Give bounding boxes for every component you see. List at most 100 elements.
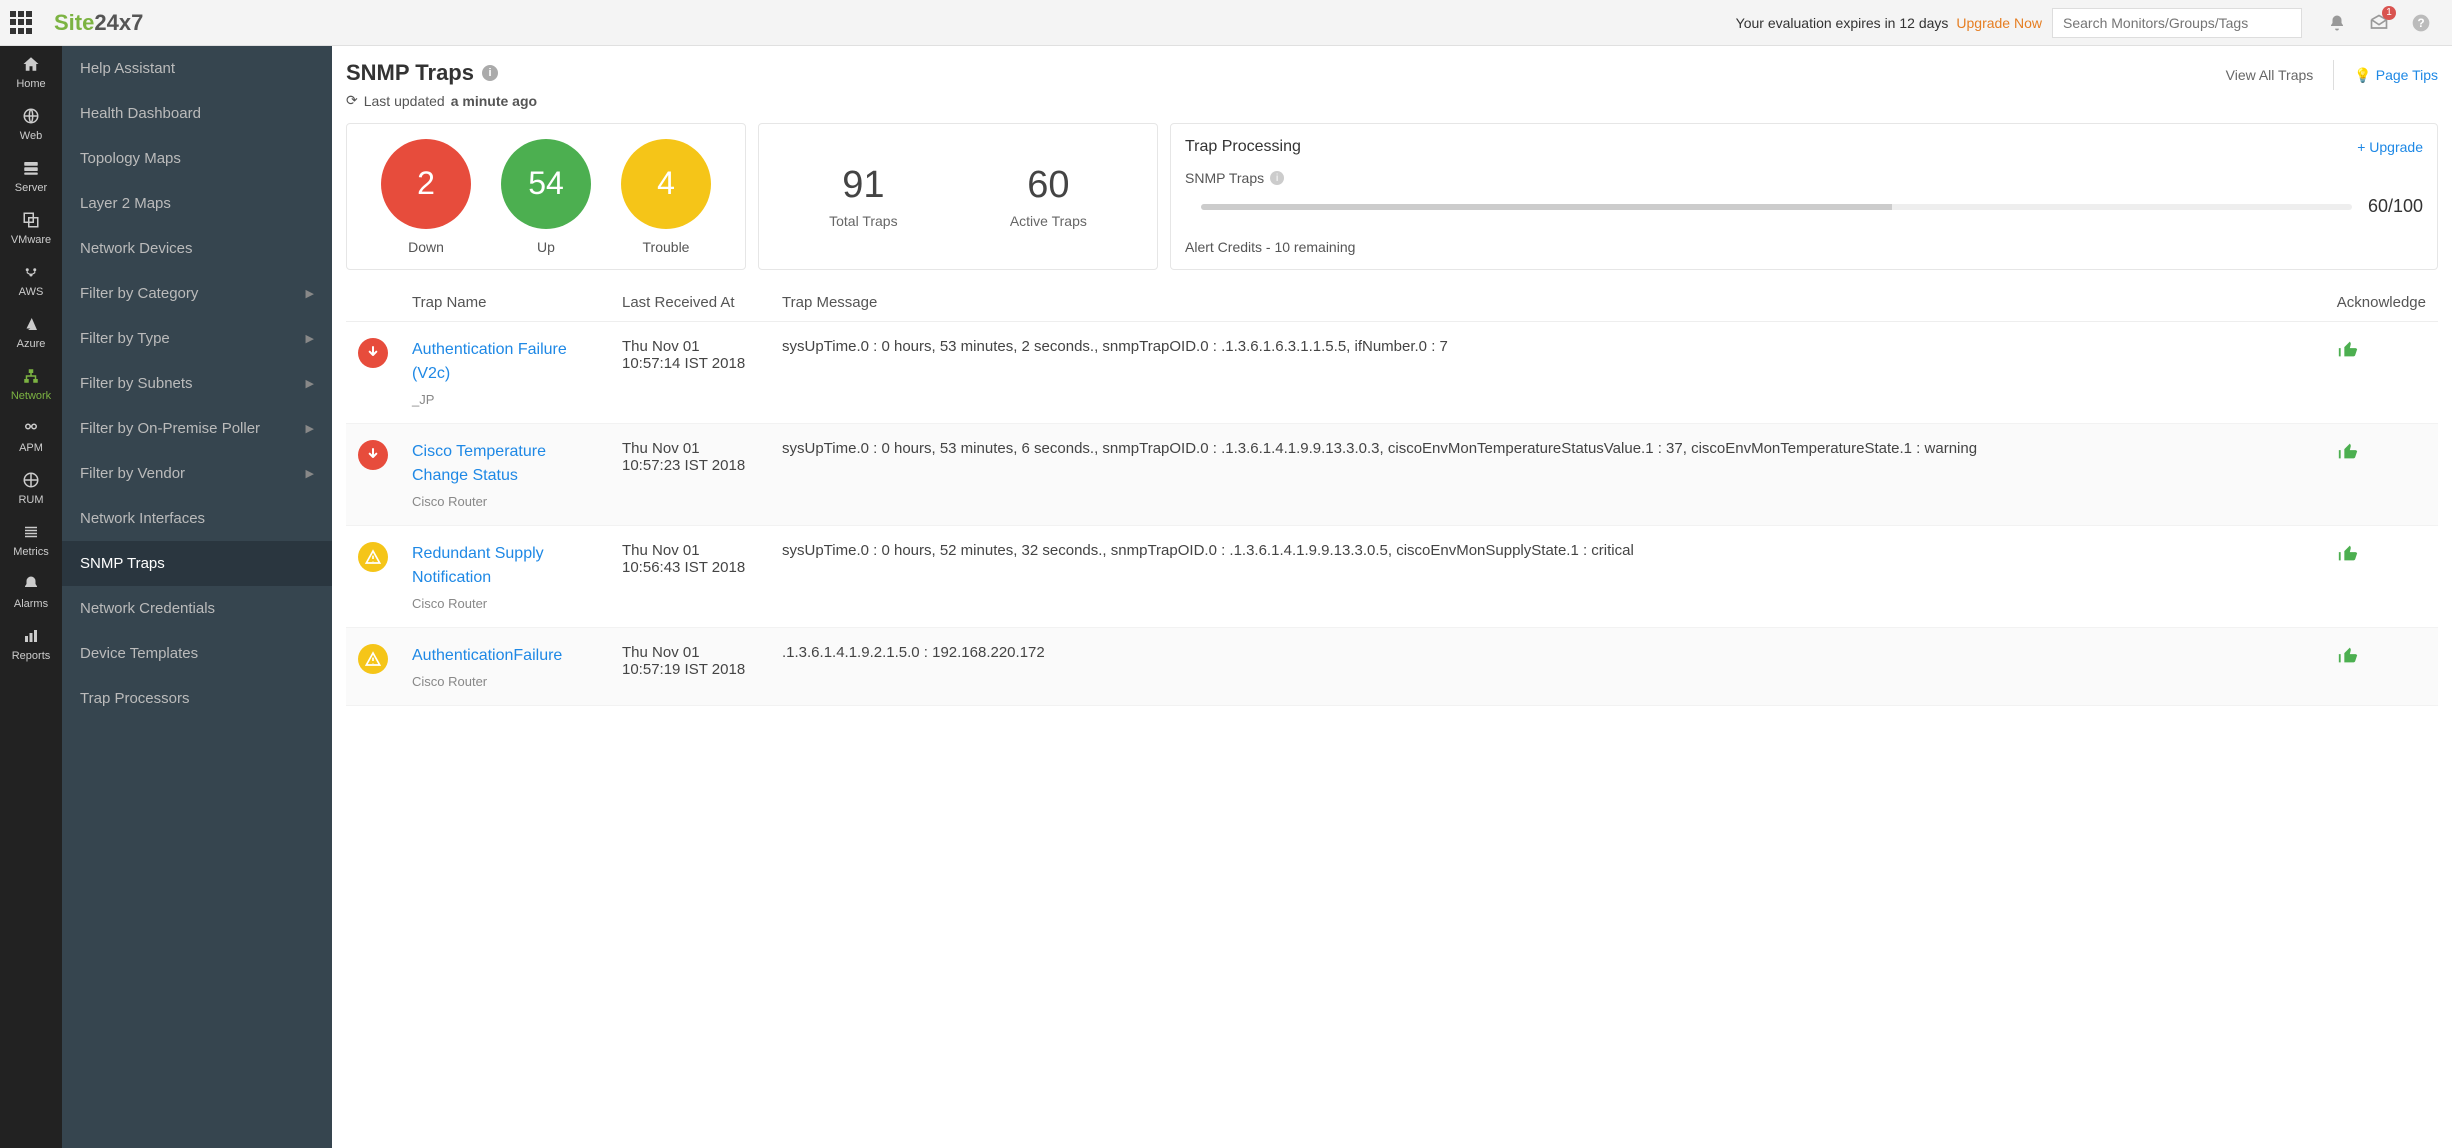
evaluation-text: Your evaluation expires in 12 days [1736, 15, 1949, 31]
rail-item-aws[interactable]: AWS [0, 254, 62, 306]
status-card: 2 Down 54 Up 4 Trouble [346, 123, 746, 270]
traps-table: Trap Name Last Received At Trap Message … [346, 284, 2438, 706]
trap-name-link[interactable]: Authentication Failure (V2c) [412, 338, 598, 386]
top-bar: Site24x7 Your evaluation expires in 12 d… [0, 0, 2452, 46]
rail-item-home[interactable]: Home [0, 46, 62, 98]
menu-item[interactable]: Network Devices [62, 226, 332, 271]
table-row: Authentication Failure (V2c) _JP Thu Nov 0… [346, 322, 2438, 424]
menu-item[interactable]: Device Templates [62, 631, 332, 676]
notifications-icon[interactable]: 1 [2368, 12, 2390, 34]
trap-time: Thu Nov 01 10:56:43 IST 2018 [610, 526, 770, 628]
rail-item-vmware[interactable]: VMware [0, 202, 62, 254]
trap-time: Thu Nov 01 10:57:19 IST 2018 [610, 628, 770, 706]
total-traps-value: 91 [829, 164, 897, 207]
vmware-icon [21, 210, 41, 230]
down-arrow-icon [358, 440, 388, 470]
menu-item[interactable]: Topology Maps [62, 136, 332, 181]
alert-credits: Alert Credits - 10 remaining [1185, 239, 2423, 255]
rail-item-network[interactable]: Network [0, 358, 62, 410]
search-input[interactable] [2052, 8, 2302, 38]
totals-card: 91 Total Traps 60 Active Traps [758, 123, 1158, 270]
trouble-count[interactable]: 4 [621, 139, 711, 229]
rail-item-azure[interactable]: Azure [0, 306, 62, 358]
web-icon [21, 106, 41, 126]
view-all-traps-link[interactable]: View All Traps [2226, 67, 2314, 83]
up-count[interactable]: 54 [501, 139, 591, 229]
content: SNMP Traps i ⟳ Last updated a minute ago… [332, 46, 2452, 1148]
rail-item-server[interactable]: Server [0, 150, 62, 202]
refresh-icon[interactable]: ⟳ [346, 92, 358, 109]
upgrade-link[interactable]: + Upgrade [2357, 139, 2423, 155]
apps-icon[interactable] [10, 11, 34, 35]
last-updated: ⟳ Last updated a minute ago [346, 92, 537, 109]
trap-name-link[interactable]: AuthenticationFailure [412, 644, 598, 668]
page-title: SNMP Traps i [346, 60, 537, 86]
trap-name-link[interactable]: Redundant Supply Notification [412, 542, 598, 590]
rail-item-metrics[interactable]: Metrics [0, 514, 62, 566]
server-icon [21, 158, 41, 178]
help-icon[interactable]: ? [2410, 12, 2432, 34]
upgrade-now-link[interactable]: Upgrade Now [1956, 15, 2042, 31]
chevron-right-icon: ▶ [306, 332, 314, 345]
trap-source: Cisco Router [412, 494, 598, 509]
svg-text:?: ? [2417, 17, 2424, 30]
trap-source: Cisco Router [412, 674, 598, 689]
chevron-right-icon: ▶ [306, 377, 314, 390]
trap-source: Cisco Router [412, 596, 598, 611]
rail-item-apm[interactable]: APM [0, 410, 62, 462]
trap-message: .1.3.6.1.4.1.9.2.1.5.0 : 192.168.220.172 [770, 628, 2325, 706]
down-count[interactable]: 2 [381, 139, 471, 229]
rail-item-reports[interactable]: Reports [0, 618, 62, 670]
network-icon [21, 366, 41, 386]
warning-icon [358, 644, 388, 674]
warning-icon [358, 542, 388, 572]
info-icon[interactable]: i [1270, 171, 1284, 185]
trap-source: _JP [412, 392, 598, 407]
down-arrow-icon [358, 338, 388, 368]
menu-item[interactable]: Filter by Type▶ [62, 316, 332, 361]
menu-item[interactable]: SNMP Traps [62, 541, 332, 586]
acknowledge-button[interactable] [2337, 440, 2426, 462]
menu-item[interactable]: Filter by On-Premise Poller▶ [62, 406, 332, 451]
chevron-right-icon: ▶ [306, 467, 314, 480]
table-row: Redundant Supply Notification Cisco Route… [346, 526, 2438, 628]
menu-item[interactable]: Help Assistant [62, 46, 332, 91]
menu-item[interactable]: Filter by Vendor▶ [62, 451, 332, 496]
menu-item[interactable]: Trap Processors [62, 676, 332, 721]
acknowledge-button[interactable] [2337, 542, 2426, 564]
menu-item[interactable]: Health Dashboard [62, 91, 332, 136]
table-row: AuthenticationFailure Cisco Router Thu Nov… [346, 628, 2438, 706]
rail-item-rum[interactable]: RUM [0, 462, 62, 514]
aws-icon [21, 262, 41, 282]
rail-item-web[interactable]: Web [0, 98, 62, 150]
menu-item[interactable]: Filter by Category▶ [62, 271, 332, 316]
trap-message: sysUpTime.0 : 0 hours, 52 minutes, 32 se… [770, 526, 2325, 628]
acknowledge-button[interactable] [2337, 338, 2426, 360]
azure-icon [21, 314, 41, 334]
page-tips-link[interactable]: 💡 Page Tips [2354, 67, 2438, 84]
trap-name-link[interactable]: Cisco Temperature Change Status [412, 440, 598, 488]
bell-icon[interactable] [2326, 12, 2348, 34]
chevron-right-icon: ▶ [306, 287, 314, 300]
menu-item[interactable]: Layer 2 Maps [62, 181, 332, 226]
side-menu: Help AssistantHealth DashboardTopology M… [62, 46, 332, 1148]
rail-item-alarms[interactable]: Alarms [0, 566, 62, 618]
menu-item[interactable]: Network Credentials [62, 586, 332, 631]
trap-time: Thu Nov 01 10:57:14 IST 2018 [610, 322, 770, 424]
acknowledge-button[interactable] [2337, 644, 2426, 666]
usage-bar [1201, 204, 1892, 210]
trap-message: sysUpTime.0 : 0 hours, 53 minutes, 2 sec… [770, 322, 2325, 424]
menu-item[interactable]: Filter by Subnets▶ [62, 361, 332, 406]
info-icon[interactable]: i [482, 65, 498, 81]
logo[interactable]: Site24x7 [54, 10, 143, 36]
alarms-icon [21, 574, 41, 594]
reports-icon [21, 626, 41, 646]
usage-value: 60/100 [2368, 196, 2423, 217]
nav-rail: HomeWebServerVMwareAWSAzureNetworkAPMRUM… [0, 46, 62, 1148]
trap-time: Thu Nov 01 10:57:23 IST 2018 [610, 424, 770, 526]
rum-icon [21, 470, 41, 490]
menu-item[interactable]: Network Interfaces [62, 496, 332, 541]
apm-icon [21, 418, 41, 438]
trap-message: sysUpTime.0 : 0 hours, 53 minutes, 6 sec… [770, 424, 2325, 526]
active-traps-value: 60 [1010, 164, 1087, 207]
